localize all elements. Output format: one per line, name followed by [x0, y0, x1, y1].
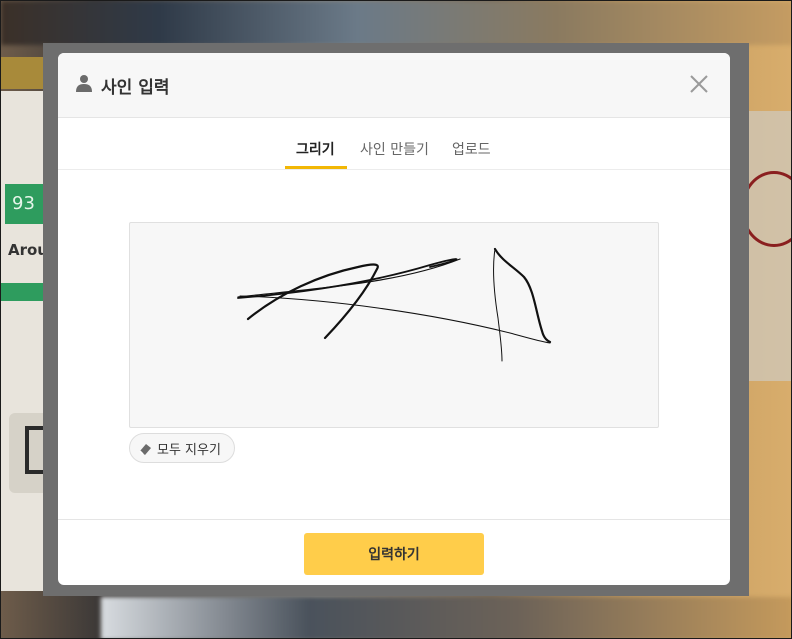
background-top — [1, 1, 791, 45]
clear-all-button[interactable]: 모두 지우기 — [129, 433, 235, 463]
signature-canvas[interactable] — [129, 222, 659, 428]
person-icon — [76, 75, 92, 92]
signature-dialog: 사인 입력 그리기 사인 만들기 업로드 모두 지우기 입력하기 — [58, 53, 730, 585]
submit-button[interactable]: 입력하기 — [304, 533, 484, 575]
dialog-title: 사인 입력 — [101, 78, 170, 98]
active-tab-indicator — [285, 166, 347, 169]
dialog-footer: 입력하기 — [58, 519, 730, 585]
eraser-icon — [139, 443, 151, 455]
background-label: Arou — [8, 241, 48, 259]
signature-drawing — [237, 247, 552, 362]
background-green-line — [1, 283, 49, 301]
background-number: 93 — [12, 193, 35, 214]
tab-upload[interactable]: 업로드 — [452, 139, 491, 159]
screen: 93 Arou 사인 입력 그리기 사인 만들기 업로드 모두 지우기 입력하기 — [0, 0, 792, 639]
tab-bar: 그리기 사인 만들기 업로드 — [58, 118, 730, 170]
background-bottom — [101, 597, 791, 638]
tab-draw[interactable]: 그리기 — [296, 139, 335, 159]
tab-make-signature[interactable]: 사인 만들기 — [360, 139, 429, 159]
close-icon[interactable] — [686, 71, 712, 97]
background-bracket — [25, 426, 43, 474]
dialog-header: 사인 입력 — [58, 53, 730, 118]
clear-all-label: 모두 지우기 — [157, 442, 221, 458]
